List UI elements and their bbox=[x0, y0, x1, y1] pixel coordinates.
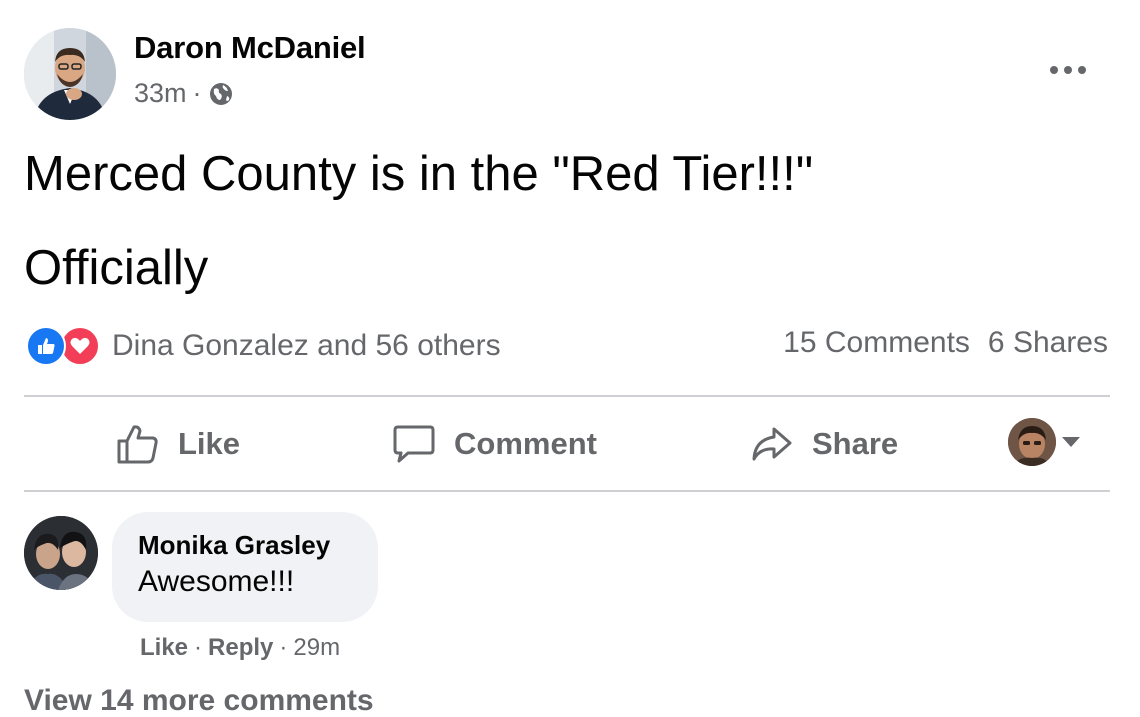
like-label: Like bbox=[178, 426, 241, 461]
post-text-line-2: Officially bbox=[24, 241, 209, 295]
share-button[interactable]: Share bbox=[750, 416, 898, 472]
reaction-icons bbox=[26, 326, 100, 366]
comment-bubble: Monika Grasley Awesome!!! bbox=[112, 512, 378, 622]
view-more-comments-link[interactable]: View 14 more comments bbox=[24, 684, 374, 717]
share-label: Share bbox=[812, 426, 899, 461]
reaction-names[interactable]: Dina Gonzalez and 56 others bbox=[112, 329, 501, 363]
comment-reply-link[interactable]: Reply bbox=[208, 634, 273, 662]
comment-bubble-icon bbox=[393, 425, 435, 463]
author-avatar[interactable] bbox=[24, 28, 116, 120]
comment-button[interactable]: Comment bbox=[392, 416, 597, 472]
reactions-summary[interactable]: Dina Gonzalez and 56 others bbox=[26, 326, 501, 366]
meta-separator: · bbox=[192, 78, 202, 108]
commenter-avatar[interactable] bbox=[24, 516, 98, 590]
more-options-button[interactable] bbox=[1040, 50, 1096, 90]
commenter-name[interactable]: Monika Grasley bbox=[138, 530, 352, 561]
separator: · bbox=[279, 634, 288, 661]
engagement-counts: 15 Comments 6 Shares bbox=[783, 326, 1108, 360]
shares-count[interactable]: 6 Shares bbox=[988, 326, 1108, 360]
like-button[interactable]: Like bbox=[116, 416, 240, 472]
like-reaction-icon bbox=[26, 326, 66, 366]
share-arrow-icon bbox=[752, 427, 792, 461]
user-avatar bbox=[1008, 418, 1056, 466]
commenter-photo bbox=[24, 516, 98, 590]
thumbs-up-icon bbox=[117, 425, 158, 464]
facebook-post: Daron McDaniel 33m · Merced County is in… bbox=[0, 0, 1140, 717]
comment-time[interactable]: 29m bbox=[293, 634, 340, 662]
more-dots-icon bbox=[1050, 66, 1086, 74]
divider bbox=[24, 395, 1110, 397]
separator: · bbox=[194, 634, 203, 661]
comments-count[interactable]: 15 Comments bbox=[783, 326, 970, 360]
post-text-line-1: Merced County is in the "Red Tier!!!" bbox=[24, 147, 814, 201]
comment-actions: Like · Reply · 29m bbox=[140, 634, 340, 662]
chevron-down-icon bbox=[1062, 437, 1080, 447]
comment-text: Awesome!!! bbox=[138, 565, 295, 598]
reaction-identity-selector[interactable] bbox=[1008, 418, 1080, 466]
comment-like-link[interactable]: Like bbox=[140, 634, 188, 662]
divider bbox=[24, 490, 1110, 492]
author-name[interactable]: Daron McDaniel bbox=[134, 30, 366, 66]
globe-icon[interactable] bbox=[208, 81, 234, 107]
comment-label: Comment bbox=[454, 426, 597, 461]
love-reaction-icon bbox=[60, 326, 100, 366]
post-time[interactable]: 33m bbox=[134, 78, 187, 109]
post-meta: 33m · bbox=[134, 78, 234, 109]
author-photo bbox=[24, 28, 116, 120]
